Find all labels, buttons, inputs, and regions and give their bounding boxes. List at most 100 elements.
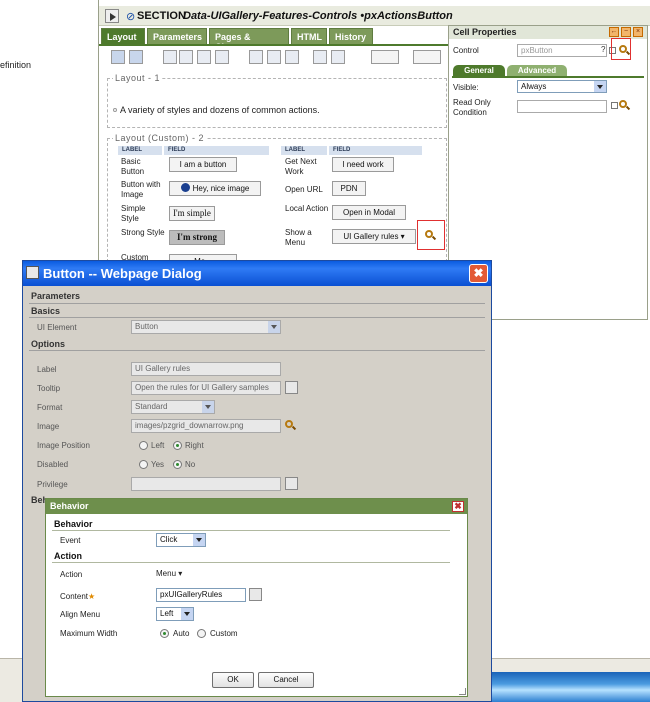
privilege-picker-icon[interactable] (285, 477, 298, 490)
format-select[interactable]: Standard (131, 400, 215, 414)
tab-history[interactable]: History (329, 28, 373, 44)
image-button-label: Hey, nice image (192, 184, 250, 193)
toolbar-copy-icon[interactable] (179, 50, 193, 64)
read-only-field[interactable] (517, 100, 607, 113)
play-icon[interactable] (105, 9, 119, 23)
row-4-label-2: Show a Menu (285, 228, 312, 247)
minimize-icon[interactable]: − (621, 27, 631, 37)
required-star-icon: ★ (88, 592, 96, 601)
label-input[interactable]: UI Gallery rules (131, 362, 281, 376)
align-menu-label: Align Menu (60, 610, 101, 619)
format-select-value: Standard (135, 402, 168, 411)
toolbar-split-icon[interactable] (313, 50, 327, 64)
tab-pages-classes[interactable]: Pages & Classes (209, 28, 289, 52)
layout-1-box[interactable] (107, 78, 447, 128)
help-icon[interactable]: ? (601, 45, 605, 54)
behavior-close-button[interactable]: ✖ (452, 501, 464, 512)
dialog-close-button[interactable]: ✖ (469, 264, 488, 283)
highlight-box-control (611, 38, 631, 60)
toolbar-control-picker[interactable] (371, 50, 399, 64)
toolbar-layout-icon[interactable] (111, 50, 125, 64)
ok-button[interactable]: OK (212, 672, 254, 688)
chevron-down-icon (268, 321, 280, 333)
toolbar-add-col-icon[interactable] (267, 50, 281, 64)
layout-1-text: A variety of styles and dozens of common… (120, 105, 320, 115)
align-menu-value: Left (160, 609, 174, 618)
action-value: Menu (156, 569, 177, 578)
image-position-left-radio[interactable] (139, 441, 148, 450)
format-label: Format (37, 403, 63, 412)
cell-bullet (113, 108, 117, 112)
rule-icon: ⊘ (126, 11, 136, 23)
layout-toolbar (99, 46, 459, 68)
image-input[interactable]: images/pzgrid_downarrow.png (131, 419, 281, 433)
open-condition-icon[interactable] (619, 100, 627, 108)
ui-element-select[interactable]: Button (131, 320, 281, 334)
disabled-yes-radio[interactable] (139, 460, 148, 469)
image-picker-icon[interactable] (285, 420, 293, 428)
width-custom-radio[interactable] (197, 629, 206, 638)
toolbar-field-picker[interactable] (413, 50, 441, 64)
row-3-label: Simple Style (121, 204, 146, 223)
tooltip-input[interactable]: Open the rules for UI Gallery samples (131, 381, 281, 395)
tooltip-picker-icon[interactable] (285, 381, 298, 394)
pin-icon[interactable]: ← (609, 27, 619, 37)
ui-gallery-menu-button[interactable]: UI Gallery rules ▾ (332, 229, 416, 244)
visible-select[interactable]: Always (517, 80, 607, 93)
action-dropdown[interactable]: Menu ▾ (156, 569, 182, 578)
cell-properties-magnifier-icon[interactable] (425, 230, 433, 238)
header-label-1: LABEL (118, 146, 162, 155)
behavior-title: Behavior (50, 501, 89, 511)
cell-properties-title-text: Cell Properties (453, 27, 517, 37)
image-button[interactable]: Hey, nice image (169, 181, 261, 196)
background-text-fragment: efinition (0, 60, 32, 70)
basic-button[interactable]: I am a button (169, 157, 237, 172)
disabled-no-radio[interactable] (173, 460, 182, 469)
align-menu-select[interactable]: Left (156, 607, 194, 621)
event-label: Event (60, 536, 81, 545)
open-url-button[interactable]: PDN (332, 181, 366, 196)
content-input[interactable]: pxUIGalleryRules (156, 588, 246, 602)
toolbar-move-icon[interactable] (331, 50, 345, 64)
strong-style-button[interactable]: I'm strong (169, 230, 225, 245)
tab-parameters[interactable]: Parameters (147, 28, 207, 44)
edit-condition-icon[interactable] (611, 102, 618, 109)
open-in-modal-button[interactable]: Open in Modal (332, 205, 406, 220)
ui-element-select-value: Button (135, 322, 159, 331)
tooltip-label: Tooltip (37, 384, 61, 393)
row-2-label-2: Open URL (285, 185, 323, 194)
toolbar-grid-icon[interactable] (129, 50, 143, 64)
desktop-wallpaper (490, 672, 650, 702)
content-picker-icon[interactable] (249, 588, 262, 601)
divider (29, 350, 485, 351)
resize-grip[interactable] (459, 688, 466, 695)
image-label: Image (37, 422, 60, 431)
section-keyword: SECTION (137, 10, 186, 22)
toolbar-row-icon[interactable] (197, 50, 211, 64)
header-label-2: LABEL (281, 146, 327, 155)
tab-layout[interactable]: Layout (101, 28, 145, 44)
width-auto-radio[interactable] (160, 629, 169, 638)
properties-tab-underline (452, 76, 644, 78)
chevron-down-icon (193, 534, 205, 546)
section-name: Data-UIGallery-Features-Controls •pxActi… (183, 10, 453, 22)
cancel-button[interactable]: Cancel (258, 672, 314, 688)
read-only-label: Read Only Condition (453, 98, 491, 117)
content-label-text: Content (60, 592, 89, 601)
image-button-icon (180, 183, 190, 192)
tab-html[interactable]: HTML (291, 28, 327, 44)
divider (29, 317, 485, 318)
toolbar-merge-icon[interactable] (285, 50, 299, 64)
control-field[interactable]: pxButton (517, 44, 607, 57)
divider (52, 530, 450, 531)
simple-style-button[interactable]: I'm simple (169, 206, 215, 221)
event-select[interactable]: Click (156, 533, 206, 547)
toolbar-column-icon[interactable] (215, 50, 229, 64)
get-next-work-button[interactable]: I need work (332, 157, 394, 172)
privilege-input[interactable] (131, 477, 281, 491)
close-icon[interactable]: × (633, 27, 643, 37)
toolbar-add-row-icon[interactable] (249, 50, 263, 64)
toolbar-delete-icon[interactable] (163, 50, 177, 64)
row-1-label: Basic Button (121, 157, 145, 176)
image-position-right-radio[interactable] (173, 441, 182, 450)
